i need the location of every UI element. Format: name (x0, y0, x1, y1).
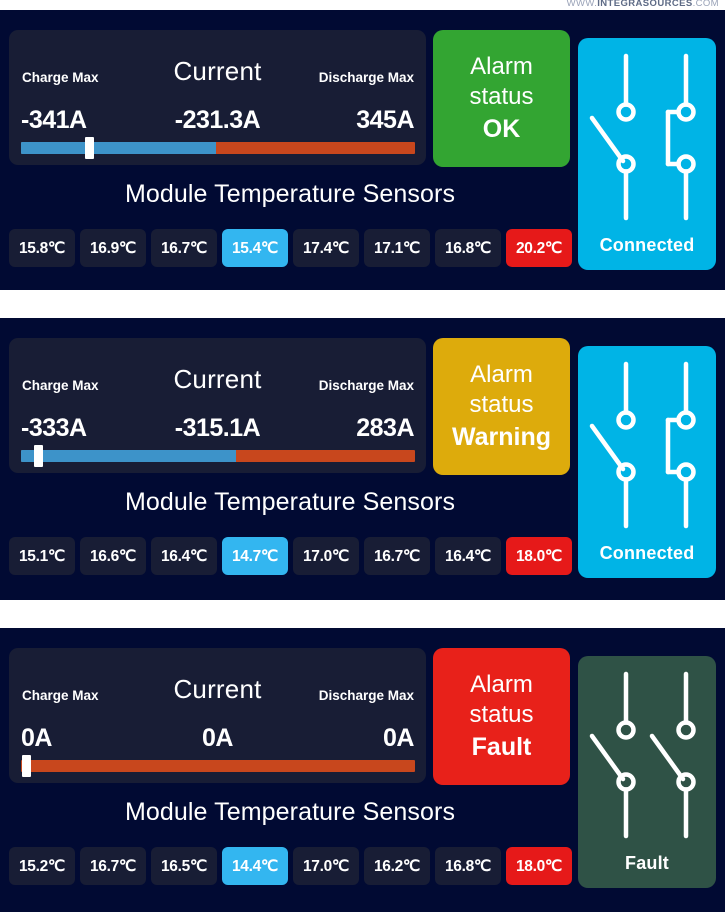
temperature-sensor-chip[interactable]: 16.7℃ (80, 847, 146, 885)
current-card: Charge MaxCurrentDischarge Max -333A-315.… (9, 338, 426, 473)
discharge-max-label: Discharge Max (319, 70, 414, 85)
discharge-max-label: Discharge Max (319, 688, 414, 703)
alarm-status-badge[interactable]: Alarmstatus OK (433, 30, 570, 167)
temperature-sensor-chip[interactable]: 16.6℃ (80, 537, 146, 575)
contactor-card[interactable]: Connected (578, 346, 716, 578)
discharge-max-value: 0A (383, 724, 414, 753)
current-bar-marker[interactable] (34, 445, 43, 467)
temperature-sensor-chip[interactable]: 16.8℃ (435, 847, 501, 885)
alarm-state-value: Fault (472, 732, 532, 762)
temperature-sensor-chip[interactable]: 16.9℃ (80, 229, 146, 267)
temperature-section-heading: Module Temperature Sensors (9, 180, 571, 209)
current-card: Charge MaxCurrentDischarge Max -341A-231.… (9, 30, 426, 165)
contactor-status-label: Connected (578, 235, 716, 256)
alarm-state-value: OK (483, 114, 521, 144)
temperature-sensor-chip[interactable]: 15.2℃ (9, 847, 75, 885)
alarm-label-line2: status (469, 701, 533, 729)
temperature-sensor-chip[interactable]: 17.0℃ (293, 537, 359, 575)
current-bar-discharge-track (21, 760, 415, 772)
temperature-sensor-chip[interactable]: 15.1℃ (9, 537, 75, 575)
alarm-label-line1: Alarm (470, 53, 533, 81)
watermark-bar: WWW.INTEGRASOURCES.COM (0, 0, 725, 10)
current-card-values: -333A-315.1A283A (9, 414, 426, 444)
current-value: 0A (9, 724, 426, 753)
status-panel: Charge MaxCurrentDischarge Max0A0A0AAlar… (0, 628, 725, 912)
current-bar-charge-fill (21, 450, 236, 462)
temperature-sensor-chip[interactable]: 18.0℃ (506, 537, 572, 575)
contactor-status-label: Fault (578, 853, 716, 874)
temperature-sensor-chip[interactable]: 17.4℃ (293, 229, 359, 267)
contactor-card[interactable]: Connected (578, 38, 716, 270)
temperature-sensor-chip[interactable]: 14.4℃ (222, 847, 288, 885)
current-bar[interactable] (21, 760, 415, 772)
discharge-max-value: 283A (356, 414, 414, 443)
current-bar-charge-fill (21, 142, 216, 154)
current-card-labels: Charge MaxCurrentDischarge Max (9, 374, 426, 400)
current-card: Charge MaxCurrentDischarge Max 0A0A0A (9, 648, 426, 783)
current-card-labels: Charge MaxCurrentDischarge Max (9, 684, 426, 710)
temperature-sensor-chip[interactable]: 20.2℃ (506, 229, 572, 267)
temperature-sensor-chip[interactable]: 16.7℃ (151, 229, 217, 267)
discharge-max-value: 345A (356, 106, 414, 135)
temperature-sensor-chip[interactable]: 16.4℃ (151, 537, 217, 575)
temperature-sensor-chip[interactable]: 17.0℃ (293, 847, 359, 885)
temperature-sensor-chip[interactable]: 16.4℃ (435, 537, 501, 575)
temperature-section-heading: Module Temperature Sensors (9, 488, 571, 517)
watermark-prefix: WWW. (567, 0, 598, 9)
temperature-sensor-chip[interactable]: 16.5℃ (151, 847, 217, 885)
current-bar[interactable] (21, 142, 415, 154)
current-bar[interactable] (21, 450, 415, 462)
temperature-sensor-chip[interactable]: 14.7℃ (222, 537, 288, 575)
watermark-text: WWW.INTEGRASOURCES.COM (567, 0, 719, 9)
temperature-sensor-chip[interactable]: 16.8℃ (435, 229, 501, 267)
alarm-label-line2: status (469, 83, 533, 111)
contactor-card[interactable]: Fault (578, 656, 716, 888)
temperature-sensor-row: 15.8℃16.9℃16.7℃15.4℃17.4℃17.1℃16.8℃20.2℃ (9, 229, 572, 267)
contactor-status-label: Connected (578, 543, 716, 564)
watermark-suffix: .COM (693, 0, 719, 9)
temperature-sensor-chip[interactable]: 17.1℃ (364, 229, 430, 267)
current-card-values: -341A-231.3A345A (9, 106, 426, 136)
alarm-status-badge[interactable]: Alarmstatus Warning (433, 338, 570, 475)
temperature-sensor-chip[interactable]: 15.8℃ (9, 229, 75, 267)
current-card-labels: Charge MaxCurrentDischarge Max (9, 66, 426, 92)
temperature-sensor-chip[interactable]: 16.2℃ (364, 847, 430, 885)
status-panel: Charge MaxCurrentDischarge Max -333A-315.… (0, 318, 725, 600)
status-panel: Charge MaxCurrentDischarge Max -341A-231.… (0, 10, 725, 290)
temperature-sensor-chip[interactable]: 18.0℃ (506, 847, 572, 885)
alarm-label-line1: Alarm (470, 361, 533, 389)
current-card-values: 0A0A0A (9, 724, 426, 754)
temperature-section-heading: Module Temperature Sensors (9, 798, 571, 827)
temperature-sensor-row: 15.1℃16.6℃16.4℃14.7℃17.0℃16.7℃16.4℃18.0℃ (9, 537, 572, 575)
temperature-sensor-row: 15.2℃16.7℃16.5℃14.4℃17.0℃16.2℃16.8℃18.0℃ (9, 847, 572, 885)
alarm-state-value: Warning (452, 422, 551, 452)
watermark-brand: INTEGRASOURCES (597, 0, 692, 9)
dashboard-page: WWW.INTEGRASOURCES.COM Charge MaxCurrent… (0, 0, 725, 912)
current-bar-marker[interactable] (85, 137, 94, 159)
current-bar-marker[interactable] (22, 755, 31, 777)
alarm-label-line2: status (469, 391, 533, 419)
alarm-label-line1: Alarm (470, 671, 533, 699)
discharge-max-label: Discharge Max (319, 378, 414, 393)
temperature-sensor-chip[interactable]: 15.4℃ (222, 229, 288, 267)
temperature-sensor-chip[interactable]: 16.7℃ (364, 537, 430, 575)
alarm-status-badge[interactable]: Alarmstatus Fault (433, 648, 570, 785)
